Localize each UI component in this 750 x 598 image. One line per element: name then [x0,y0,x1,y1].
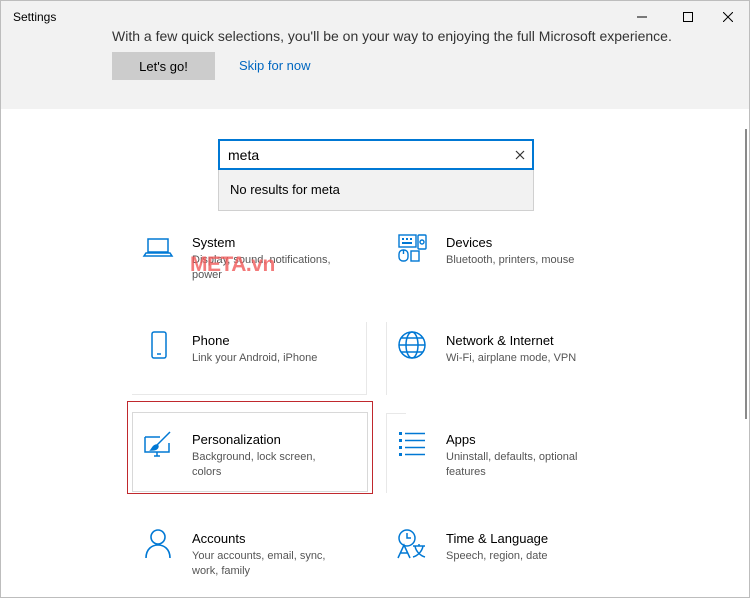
tile-title: Apps [446,432,476,447]
watermark-logo: META.vn [190,253,275,276]
minimize-icon [637,16,647,18]
globe-icon [398,331,426,359]
laptop-icon [142,238,174,257]
tile-description: Bluetooth, printers, mouse [446,254,575,266]
search-results-dropdown: No results for meta [218,170,534,211]
window-title: Settings [13,10,57,24]
lets-go-button[interactable]: Let's go! [112,52,215,80]
tile-title: Time & Language [446,531,549,546]
close-button[interactable] [705,1,749,33]
tile-description: Speech, region, date [446,550,548,562]
tile-title: Accounts [192,531,246,546]
tile-title: Phone [192,333,230,348]
person-icon [145,529,171,559]
tile-title: System [192,235,236,250]
tile-network-internet[interactable]: Network & Internet Wi-Fi, airplane mode,… [386,330,626,420]
tile-devices[interactable]: Devices Bluetooth, printers, mouse [386,232,626,322]
tile-system[interactable]: System Display, sound, notifications, po… [132,232,372,322]
tile-description: Uninstall, defaults, optional features [446,451,578,478]
tile-time-language[interactable]: Time & Language Speech, region, date [386,528,626,597]
skip-for-now-link[interactable]: Skip for now [239,58,311,73]
no-results-text: No results for meta [230,182,340,197]
tile-description: Link your Android, iPhone [192,352,318,364]
tile-description: Background, lock screen, colors [192,451,316,478]
scrollbar-thumb[interactable] [745,129,747,419]
devices-icon [398,234,427,262]
phone-icon [151,331,167,359]
search-input[interactable] [228,145,508,165]
time-language-icon [397,529,426,559]
maximize-icon [683,12,693,22]
tile-phone[interactable]: Phone Link your Android, iPhone [132,330,372,420]
close-icon [723,12,733,22]
tile-title: Devices [446,235,493,250]
search-box[interactable] [218,139,534,170]
setup-banner: With a few quick selections, you'll be o… [1,28,749,109]
tile-apps[interactable]: Apps Uninstall, defaults, optional featu… [386,429,626,519]
clear-search-icon[interactable] [513,148,527,162]
tile-title: Network & Internet [446,333,554,348]
tile-title: Personalization [192,432,281,447]
banner-message: With a few quick selections, you'll be o… [112,28,672,44]
tile-description: Wi-Fi, airplane mode, VPN [446,352,577,364]
settings-window: Settings With a few quick selections, yo… [0,0,750,598]
apps-list-icon [399,432,425,456]
paintbrush-icon [144,431,171,457]
tile-personalization[interactable]: Personalization Background, lock screen,… [132,429,372,519]
scrollbar[interactable] [743,129,749,429]
tile-description: Your accounts, email, sync, work, family [192,550,326,577]
tile-accounts[interactable]: Accounts Your accounts, email, sync, wor… [132,528,372,597]
